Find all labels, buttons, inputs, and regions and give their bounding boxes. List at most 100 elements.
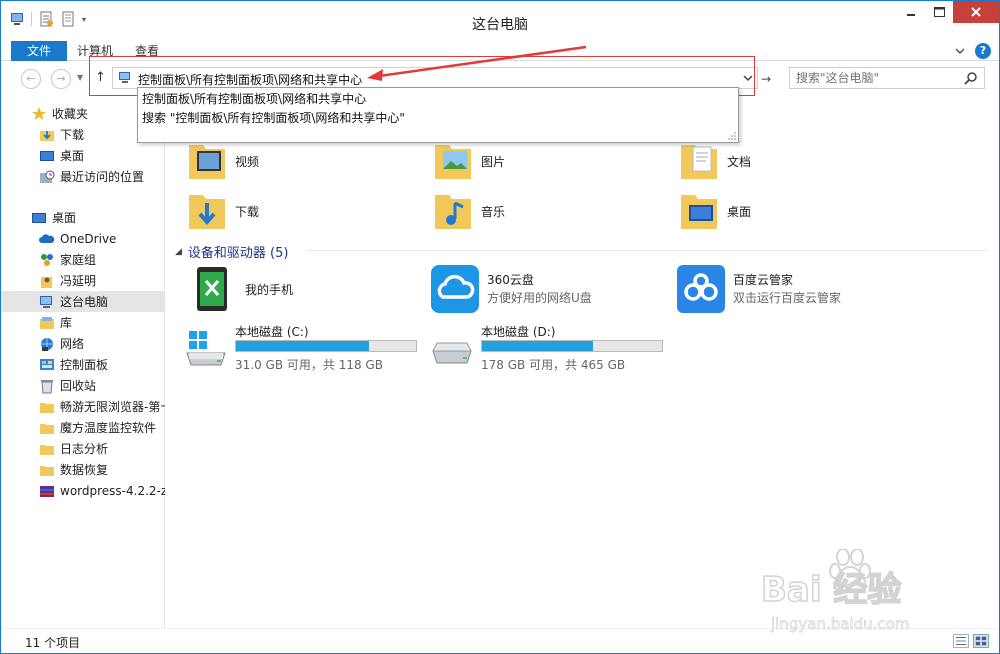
- tab-view[interactable]: 查看: [121, 41, 173, 61]
- folder-icon: [40, 402, 54, 413]
- sidebar-item-label: 畅游无限浏览器-第十: [60, 400, 165, 414]
- group-divider: [307, 250, 987, 251]
- resize-grip-icon[interactable]: [728, 132, 736, 140]
- status-bar: 11 个项目: [1, 628, 999, 653]
- go-button[interactable]: →: [761, 72, 771, 86]
- drive-usage-bar: [235, 340, 417, 352]
- tab-file[interactable]: 文件: [11, 41, 68, 61]
- sidebar-item-network[interactable]: 网络: [1, 333, 165, 354]
- sidebar-item-label: 家庭组: [60, 253, 97, 267]
- ribbon-expand-chevron-icon[interactable]: [955, 47, 965, 55]
- sidebar-item-folder-4[interactable]: 数据恢复: [1, 459, 165, 480]
- sidebar-item-folder-3[interactable]: 日志分析: [1, 438, 165, 459]
- download-folder-icon: [40, 130, 54, 141]
- navigation-pane: 收藏夹 下载 桌面 最近访问的位置 桌面 OneDrive 家庭组 冯延明 这台…: [1, 97, 165, 628]
- search-input[interactable]: [790, 68, 950, 88]
- folder-documents[interactable]: 文档: [659, 137, 889, 187]
- star-icon: [32, 106, 46, 120]
- cloud-360-icon: [431, 265, 479, 313]
- forward-button[interactable]: →: [51, 69, 71, 89]
- desktop-icon: [32, 212, 46, 223]
- window-controls: [897, 1, 999, 23]
- sidebar-item-archive[interactable]: wordpress-4.2.2-zh: [1, 480, 165, 501]
- up-button[interactable]: ↑: [95, 70, 106, 85]
- collapse-chevron-icon[interactable]: ◢: [175, 247, 182, 257]
- user-folder-icon: [41, 276, 52, 288]
- address-bar[interactable]: 控制面板\所有控制面板项\网络和共享中心: [112, 67, 758, 89]
- phone-icon: [197, 267, 227, 311]
- sidebar-item-control-panel[interactable]: 控制面板: [1, 354, 165, 375]
- address-text[interactable]: 控制面板\所有控制面板项\网络和共享中心: [138, 71, 362, 88]
- folder-videos[interactable]: 视频: [167, 137, 397, 187]
- drive-usage-fill: [236, 341, 369, 351]
- folder-icon: [40, 423, 54, 434]
- sidebar-item-label: 魔方温度监控软件: [60, 421, 157, 435]
- documents-folder-icon: [681, 145, 717, 179]
- folder-label: 视频: [235, 155, 260, 169]
- address-dropdown-icon[interactable]: [743, 71, 753, 85]
- folder-pictures[interactable]: 图片: [413, 137, 643, 187]
- details-view-icon[interactable]: [953, 634, 969, 648]
- drive-icon: [432, 342, 472, 364]
- folder-music[interactable]: 音乐: [413, 187, 643, 237]
- device-baidu-cloud[interactable]: 百度云管家 双击运行百度云管家: [677, 265, 917, 315]
- sidebar-item-folder-1[interactable]: 畅游无限浏览器-第十: [1, 396, 165, 417]
- drive-usage-bar: [481, 340, 663, 352]
- minimize-button[interactable]: [897, 1, 925, 23]
- title-bar: ▾ 这台电脑: [1, 1, 999, 41]
- sidebar-item-label: 日志分析: [60, 442, 109, 456]
- drive-name: 本地磁盘 (C:): [235, 325, 309, 339]
- archive-icon: [40, 485, 54, 497]
- back-arrow-icon: ←: [26, 72, 36, 85]
- device-360-cloud[interactable]: 360云盘 方便好用的网络U盘: [431, 265, 671, 315]
- search-icon[interactable]: [964, 71, 978, 85]
- device-phone[interactable]: 我的手机: [189, 265, 419, 315]
- suggestion-path[interactable]: 控制面板\所有控制面板项\网络和共享中心: [142, 90, 366, 107]
- recent-locations-dropdown-icon[interactable]: ▼: [77, 73, 83, 82]
- help-icon[interactable]: ?: [975, 43, 991, 59]
- drive-c[interactable]: 本地磁盘 (C:) 31.0 GB 可用，共 118 GB: [183, 323, 423, 373]
- sidebar-item-this-pc[interactable]: 这台电脑: [1, 291, 165, 312]
- device-name: 百度云管家: [733, 273, 794, 287]
- suggestion-search[interactable]: 搜索 "控制面板\所有控制面板项\网络和共享中心": [142, 109, 405, 126]
- downloads-folder-icon: [189, 195, 225, 229]
- maximize-icon: [933, 7, 945, 17]
- back-button[interactable]: ←: [21, 69, 41, 89]
- device-name: 360云盘: [487, 273, 534, 287]
- ribbon-right-controls: ?: [955, 43, 991, 59]
- drive-d[interactable]: 本地磁盘 (D:) 178 GB 可用，共 465 GB: [429, 323, 669, 373]
- go-arrow-icon: →: [761, 72, 772, 86]
- large-icons-view-icon[interactable]: [973, 634, 989, 648]
- folder-label: 音乐: [481, 205, 506, 219]
- pictures-folder-icon: [435, 145, 471, 179]
- sidebar-item-folder-2[interactable]: 魔方温度监控软件: [1, 417, 165, 438]
- devices-group-header[interactable]: ◢ 设备和驱动器 (5): [175, 242, 288, 261]
- sidebar-item-label: 最近访问的位置: [60, 170, 145, 184]
- homegroup-icon: [41, 253, 53, 266]
- group-title: 设备和驱动器 (5): [187, 246, 289, 261]
- sidebar-item-label: wordpress-4.2.2-zh: [60, 483, 165, 498]
- sidebar-item-recent[interactable]: 最近访问的位置: [1, 166, 165, 187]
- item-count: 11 个项目: [25, 636, 81, 650]
- sidebar-item-libraries[interactable]: 库: [1, 312, 165, 333]
- sidebar-item-onedrive[interactable]: OneDrive: [1, 228, 165, 249]
- drive-usage-fill: [482, 341, 594, 351]
- sidebar-item-recycle-bin[interactable]: 回收站: [1, 375, 165, 396]
- up-arrow-icon: ↑: [95, 70, 106, 85]
- content-pane: 视频 图片 文档 下载 音乐 桌面 ◢ 设备和驱动器 (5) 我的手机 360云…: [167, 97, 999, 628]
- tab-computer[interactable]: 计算机: [63, 41, 127, 61]
- sidebar-item-label: 控制面板: [60, 358, 109, 372]
- sidebar-item-desktop-fav[interactable]: 桌面: [1, 145, 165, 166]
- close-button[interactable]: [953, 1, 999, 23]
- sidebar-item-user[interactable]: 冯延明: [1, 270, 165, 291]
- sidebar-item-desktop[interactable]: 桌面: [1, 207, 165, 228]
- computer-icon: [40, 295, 52, 308]
- videos-folder-icon: [189, 145, 225, 179]
- sidebar-item-label: 网络: [60, 337, 85, 351]
- search-box[interactable]: [789, 67, 985, 89]
- folder-downloads[interactable]: 下载: [167, 187, 397, 237]
- maximize-button[interactable]: [925, 1, 953, 23]
- sidebar-item-homegroup[interactable]: 家庭组: [1, 249, 165, 270]
- folder-desktop[interactable]: 桌面: [659, 187, 889, 237]
- desktop-folder-icon: [681, 195, 717, 229]
